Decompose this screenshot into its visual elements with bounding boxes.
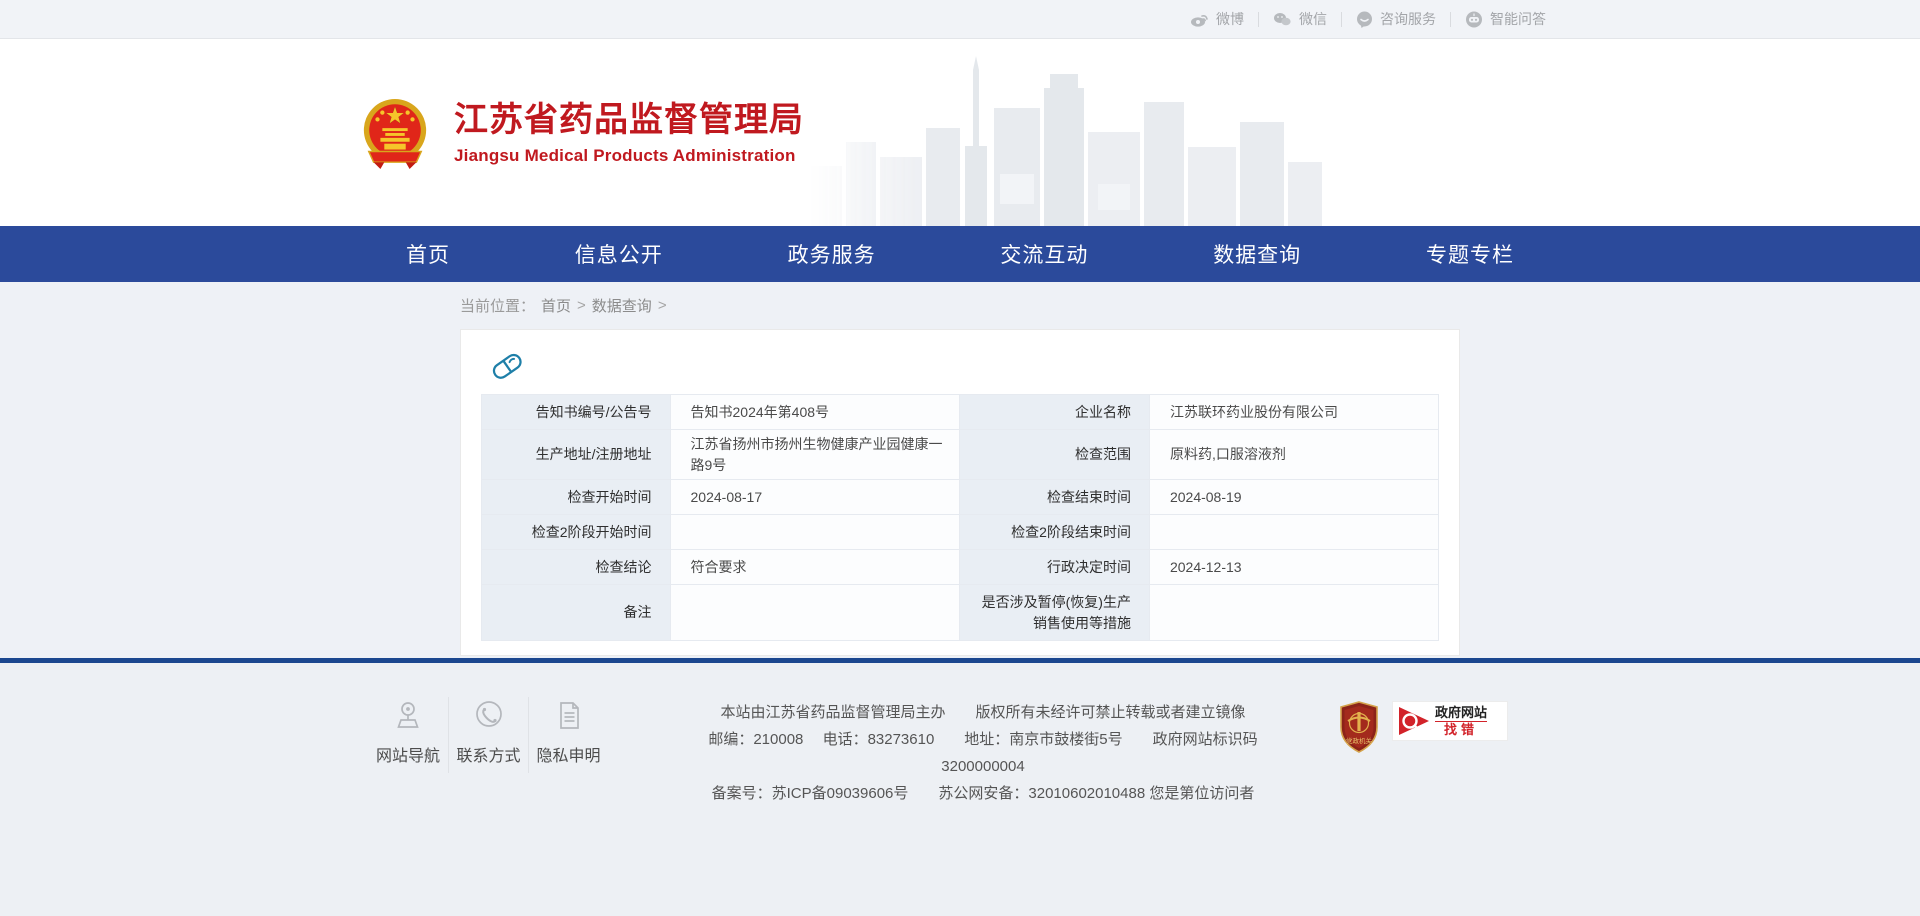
page: 微博 微信 (0, 0, 1920, 916)
field-label: 检查开始时间 (482, 480, 671, 515)
field-value: 江苏联环药业股份有限公司 (1149, 395, 1438, 430)
main-content: 当前位置： 首页 > 数据查询 > 告知 (0, 282, 1920, 658)
document-icon (553, 699, 585, 733)
field-label: 是否涉及暂停(恢复)生产销售使用等措施 (960, 585, 1149, 641)
field-value (670, 585, 960, 641)
field-value: 告知书2024年第408号 (670, 395, 960, 430)
nav-item-data-query[interactable]: 数据查询 (1207, 239, 1307, 269)
field-label: 生产地址/注册地址 (482, 430, 671, 480)
field-label: 检查结束时间 (960, 480, 1149, 515)
footer-text: 本站由江苏省药品监督管理局主办 版权所有未经许可禁止转载或者建立镜像 邮编：21… (668, 697, 1298, 807)
table-row: 生产地址/注册地址 江苏省扬州市扬州生物健康产业园健康一路9号 检查范围 原料药… (482, 430, 1439, 480)
error-report-top-label: 政府网站 (1435, 705, 1487, 722)
main-nav: 首页 信息公开 政务服务 交流互动 数据查询 专题专栏 (0, 226, 1920, 282)
site-header: 江苏省药品监督管理局 Jiangsu Medical Products Admi… (0, 39, 1920, 226)
field-value (1149, 515, 1438, 550)
phone-icon (473, 699, 505, 733)
footer-badges: 党政机关 政府网站 找错 (1338, 701, 1508, 753)
site-title-block: 江苏省药品监督管理局 Jiangsu Medical Products Admi… (454, 100, 804, 166)
field-label: 检查结论 (482, 550, 671, 585)
city-skyline-watermark (808, 54, 1338, 226)
breadcrumb-separator: > (658, 297, 667, 314)
breadcrumb-section-link[interactable]: 数据查询 (592, 295, 652, 316)
breadcrumb-separator: > (577, 297, 586, 314)
wechat-link[interactable]: 微信 (1259, 9, 1341, 29)
field-label: 检查范围 (960, 430, 1149, 480)
wechat-label: 微信 (1299, 9, 1327, 29)
nav-item-info-disclosure[interactable]: 信息公开 (569, 239, 669, 269)
footer-links: 网站导航 联系方式 (368, 697, 608, 773)
table-row: 备注 是否涉及暂停(恢复)生产销售使用等措施 (482, 585, 1439, 641)
inspection-record-table: 告知书编号/公告号 告知书2024年第408号 企业名称 江苏联环药业股份有限公… (481, 394, 1439, 641)
table-row: 检查结论 符合要求 行政决定时间 2024-12-13 (482, 550, 1439, 585)
map-pin-icon (392, 699, 424, 733)
field-label: 告知书编号/公告号 (482, 395, 671, 430)
error-report-bottom-label: 找错 (1444, 722, 1478, 738)
nav-item-special-topics[interactable]: 专题专栏 (1420, 239, 1520, 269)
nav-item-interaction[interactable]: 交流互动 (994, 239, 1094, 269)
gov-site-error-report-badge[interactable]: 政府网站 找错 (1392, 701, 1508, 741)
footer-line-contact: 邮编：210008 电话：83273610 地址：南京市鼓楼街5号 政府网站标识… (668, 726, 1298, 780)
breadcrumb-home-link[interactable]: 首页 (541, 295, 571, 316)
field-value: 2024-12-13 (1149, 550, 1438, 585)
breadcrumb-prefix: 当前位置： (460, 295, 535, 316)
footer-link-sitemap[interactable]: 网站导航 (368, 697, 448, 773)
weibo-icon (1190, 11, 1209, 27)
field-value: 原料药,口服溶液剂 (1149, 430, 1438, 480)
field-value: 江苏省扬州市扬州生物健康产业园健康一路9号 (670, 430, 960, 480)
field-value (670, 515, 960, 550)
topbar-inner: 微博 微信 (360, 0, 1560, 38)
topbar: 微博 微信 (0, 0, 1920, 39)
smart-qa-icon (1465, 11, 1483, 28)
breadcrumb: 当前位置： 首页 > 数据查询 > (460, 282, 1460, 329)
footer-link-label: 网站导航 (376, 742, 440, 766)
chat-service-label: 咨询服务 (1380, 9, 1436, 29)
footer-link-label: 隐私申明 (536, 742, 600, 766)
capsule-icon (485, 347, 529, 385)
field-value: 2024-08-19 (1149, 480, 1438, 515)
footer-line-icp: 备案号：苏ICP备09039606号 苏公网安备：32010602010488 … (668, 780, 1298, 807)
footer-link-contact[interactable]: 联系方式 (448, 697, 528, 773)
site-title: 江苏省药品监督管理局 (454, 100, 804, 140)
error-report-text: 政府网站 找错 (1435, 705, 1487, 738)
field-label: 检查2阶段结束时间 (960, 515, 1149, 550)
error-report-logo-icon (1393, 702, 1433, 740)
shield-badge-label: 党政机关 (1346, 736, 1373, 745)
site-logo[interactable]: 江苏省药品监督管理局 Jiangsu Medical Products Admi… (360, 97, 804, 169)
record-panel: 告知书编号/公告号 告知书2024年第408号 企业名称 江苏联环药业股份有限公… (460, 329, 1460, 656)
site-footer: 网站导航 联系方式 (0, 663, 1920, 916)
field-label: 检查2阶段开始时间 (482, 515, 671, 550)
site-subtitle: Jiangsu Medical Products Administration (454, 146, 804, 166)
national-emblem-icon (360, 97, 430, 169)
field-value (1149, 585, 1438, 641)
smart-qa-link[interactable]: 智能问答 (1451, 9, 1560, 29)
footer-link-privacy[interactable]: 隐私申明 (528, 697, 608, 773)
table-row: 检查开始时间 2024-08-17 检查结束时间 2024-08-19 (482, 480, 1439, 515)
field-value: 符合要求 (670, 550, 960, 585)
field-label: 企业名称 (960, 395, 1149, 430)
nav-item-home[interactable]: 首页 (400, 239, 456, 269)
footer-line-host: 本站由江苏省药品监督管理局主办 版权所有未经许可禁止转载或者建立镜像 (668, 699, 1298, 726)
weibo-label: 微博 (1216, 9, 1244, 29)
weibo-link[interactable]: 微博 (1176, 9, 1258, 29)
field-value: 2024-08-17 (670, 480, 960, 515)
smart-qa-label: 智能问答 (1490, 9, 1546, 29)
nav-item-gov-services[interactable]: 政务服务 (782, 239, 882, 269)
field-label: 行政决定时间 (960, 550, 1149, 585)
field-label: 备注 (482, 585, 671, 641)
table-row: 检查2阶段开始时间 检查2阶段结束时间 (482, 515, 1439, 550)
footer-link-label: 联系方式 (456, 742, 520, 766)
chat-service-link[interactable]: 咨询服务 (1342, 9, 1450, 29)
table-row: 告知书编号/公告号 告知书2024年第408号 企业名称 江苏联环药业股份有限公… (482, 395, 1439, 430)
wechat-icon (1273, 11, 1292, 27)
chat-service-icon (1356, 11, 1373, 28)
party-gov-shield-badge[interactable]: 党政机关 (1338, 701, 1380, 753)
